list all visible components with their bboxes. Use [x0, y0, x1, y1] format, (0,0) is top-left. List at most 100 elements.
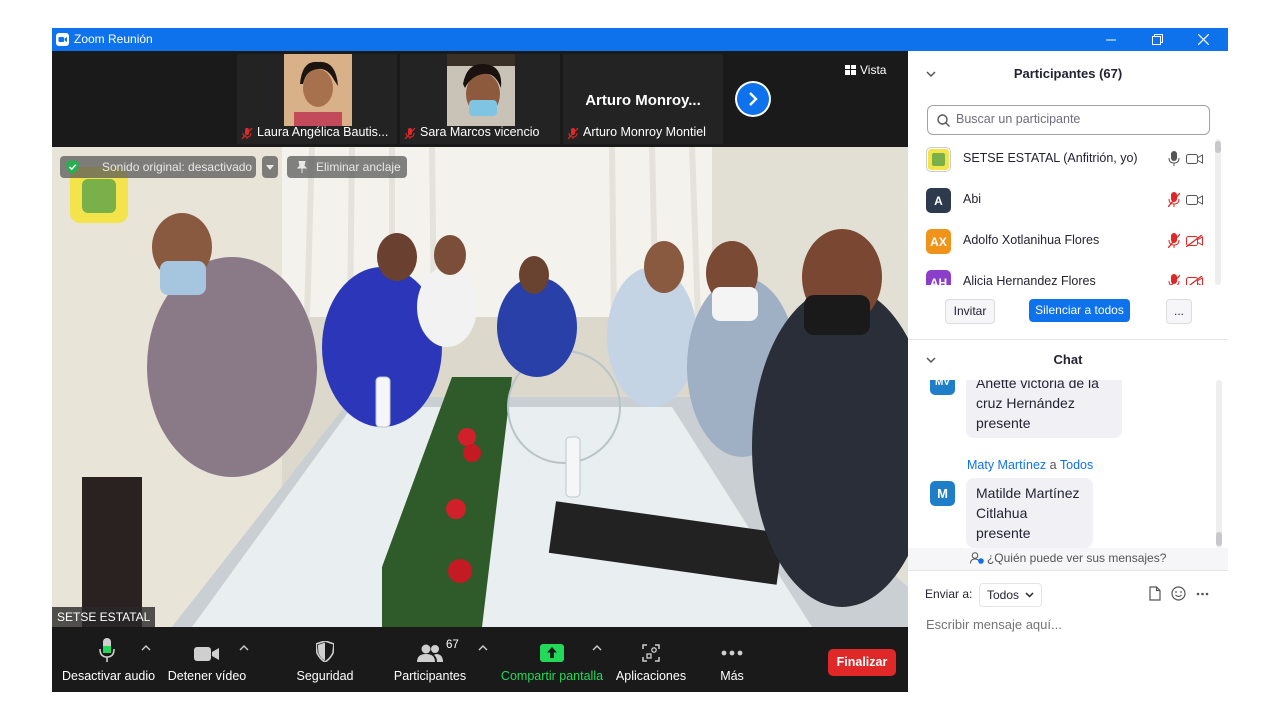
meeting-room-photo [52, 147, 908, 627]
message-line: presente [976, 415, 1031, 431]
participants-scrollbar[interactable] [1215, 141, 1221, 153]
mute-audio-button[interactable]: Desactivar audio [62, 628, 155, 692]
security-label: Seguridad [296, 669, 354, 683]
participants-icon [417, 644, 443, 662]
participants-count: 67 [446, 639, 459, 651]
thumbnail-strip: Laura Angélica Bautis... Sara Marcos vic… [52, 51, 908, 147]
who-can-see-label: ¿Quién puede ver sus mensajes? [986, 551, 1167, 565]
chat-scrollbar[interactable] [1216, 532, 1222, 546]
chevron-down-icon [1025, 592, 1034, 598]
participant-name: Laura Angélica Bautis... [257, 125, 389, 139]
participants-options-caret-icon[interactable] [478, 644, 488, 652]
message-line: Anette victoria de la [976, 380, 1099, 391]
unpin-button[interactable]: Eliminar anclaje [287, 156, 407, 178]
video-off-icon[interactable] [1186, 276, 1203, 285]
speaker-name-badge: SETSE ESTATAL [52, 607, 156, 627]
video-tile[interactable]: Sara Marcos vicencio [400, 54, 560, 144]
microphone-icon[interactable] [1168, 151, 1180, 166]
close-button[interactable] [1180, 28, 1226, 51]
participant-search-input[interactable] [954, 111, 1198, 127]
participant-name: Sara Marcos vicencio [420, 125, 540, 139]
participant-video [447, 54, 515, 126]
apps-icon [642, 644, 660, 662]
original-sound-label: Sonido original: desactivado [102, 160, 253, 174]
video-camera-icon[interactable] [1186, 153, 1203, 165]
section-divider [908, 339, 1228, 340]
chat-more-icon[interactable] [1196, 592, 1209, 596]
original-sound-toggle[interactable]: Sonido original: desactivado [60, 156, 256, 178]
recipient-name[interactable]: Todos [1060, 458, 1093, 472]
original-sound-dropdown[interactable] [262, 156, 278, 178]
participant-video [284, 54, 352, 126]
participants-header: Participantes (67) [1013, 66, 1123, 81]
video-options-caret-icon[interactable] [239, 644, 249, 652]
message-line: Citlahua presente [976, 505, 1031, 541]
sender-name[interactable]: Maty Martínez [967, 458, 1046, 472]
more-label: Más [720, 669, 744, 683]
muted-mic-icon[interactable] [1168, 274, 1180, 285]
participant-row[interactable]: SETSE ESTATAL (Anfitrión, yo) [926, 143, 1211, 175]
send-to-label: Enviar a: [925, 587, 973, 601]
chevron-right-icon [749, 92, 758, 106]
main-video: Sonido original: desactivado Eliminar an… [52, 147, 908, 627]
more-button[interactable]: Más [702, 628, 762, 692]
participant-row[interactable]: AH Alicia Hernandez Flores [926, 266, 1211, 285]
microphone-icon [99, 638, 115, 662]
muted-mic-icon[interactable] [1168, 233, 1180, 248]
window-title: Zoom Reunión [74, 32, 153, 46]
video-area: Laura Angélica Bautis... Sara Marcos vic… [52, 51, 908, 692]
who-can-see-link[interactable]: ¿Quién puede ver sus mensajes? [908, 548, 1228, 570]
meeting-toolbar: Desactivar audio Detener vídeo Seguridad… [52, 628, 908, 692]
chat-message-input[interactable] [924, 612, 1218, 636]
video-tile[interactable]: Arturo Monroy... Arturo Monroy Montiel [563, 54, 723, 144]
next-page-button[interactable] [737, 83, 769, 115]
participants-scroll-track [1215, 139, 1221, 285]
video-camera-icon [194, 647, 219, 661]
mute-all-button[interactable]: Silenciar a todos [1029, 299, 1130, 322]
apps-label: Aplicaciones [615, 669, 687, 683]
end-meeting-button[interactable]: Finalizar [828, 649, 896, 676]
zoom-app-icon [56, 33, 69, 46]
stop-video-button[interactable]: Detener vídeo [162, 628, 252, 692]
muted-mic-icon[interactable] [1168, 192, 1180, 207]
share-screen-label: Compartir pantalla [500, 669, 604, 683]
stop-video-label: Detener vídeo [167, 669, 247, 683]
share-screen-icon [540, 644, 564, 662]
chat-message: Matilde Martínez Citlahua presente [966, 478, 1093, 548]
sender-to-word: a [1049, 458, 1057, 472]
title-bar: Zoom Reunión [52, 28, 1228, 51]
view-label: Vista [860, 63, 887, 77]
participant-big-name: Arturo Monroy... [585, 92, 701, 109]
host-avatar [926, 147, 951, 172]
participant-row[interactable]: AX Adolfo Xotlanihua Flores [926, 225, 1211, 257]
shield-icon [316, 641, 334, 662]
participant-row[interactable]: A Abi [926, 184, 1211, 216]
video-off-icon[interactable] [1186, 235, 1203, 247]
participant-search[interactable] [927, 105, 1210, 135]
participant-name: Alicia Hernandez Flores [963, 274, 1096, 285]
participant-name: SETSE ESTATAL (Anfitrión, yo) [963, 151, 1138, 165]
view-button[interactable]: Vista [845, 63, 886, 77]
restore-button[interactable] [1134, 28, 1180, 51]
audio-options-caret-icon[interactable] [141, 644, 151, 652]
more-dots-icon [721, 650, 743, 656]
apps-button[interactable]: Aplicaciones [612, 628, 690, 692]
participants-more-button[interactable]: ... [1166, 299, 1192, 324]
send-to-dropdown[interactable]: Todos [979, 583, 1043, 607]
participant-name: Adolfo Xotlanihua Flores [963, 233, 1100, 247]
chat-message: Anette victoria de la cruz Hernández pre… [966, 380, 1122, 438]
chat-scroll-track [1216, 380, 1222, 548]
participants-button[interactable]: Participantes [388, 628, 472, 692]
minimize-button[interactable] [1088, 28, 1134, 51]
video-tile[interactable]: Laura Angélica Bautis... [237, 54, 397, 144]
invite-button[interactable]: Invitar [945, 299, 995, 324]
share-options-caret-icon[interactable] [592, 644, 602, 652]
security-button[interactable]: Seguridad [284, 628, 366, 692]
send-to-value: Todos [987, 588, 1020, 602]
people-icon [969, 552, 984, 564]
video-camera-icon[interactable] [1186, 194, 1203, 206]
share-screen-button[interactable]: Compartir pantalla [500, 628, 604, 692]
emoji-icon[interactable] [1171, 586, 1186, 601]
file-icon[interactable] [1149, 586, 1161, 601]
message-sender-line: Maty Martínez a Todos [967, 458, 1093, 472]
